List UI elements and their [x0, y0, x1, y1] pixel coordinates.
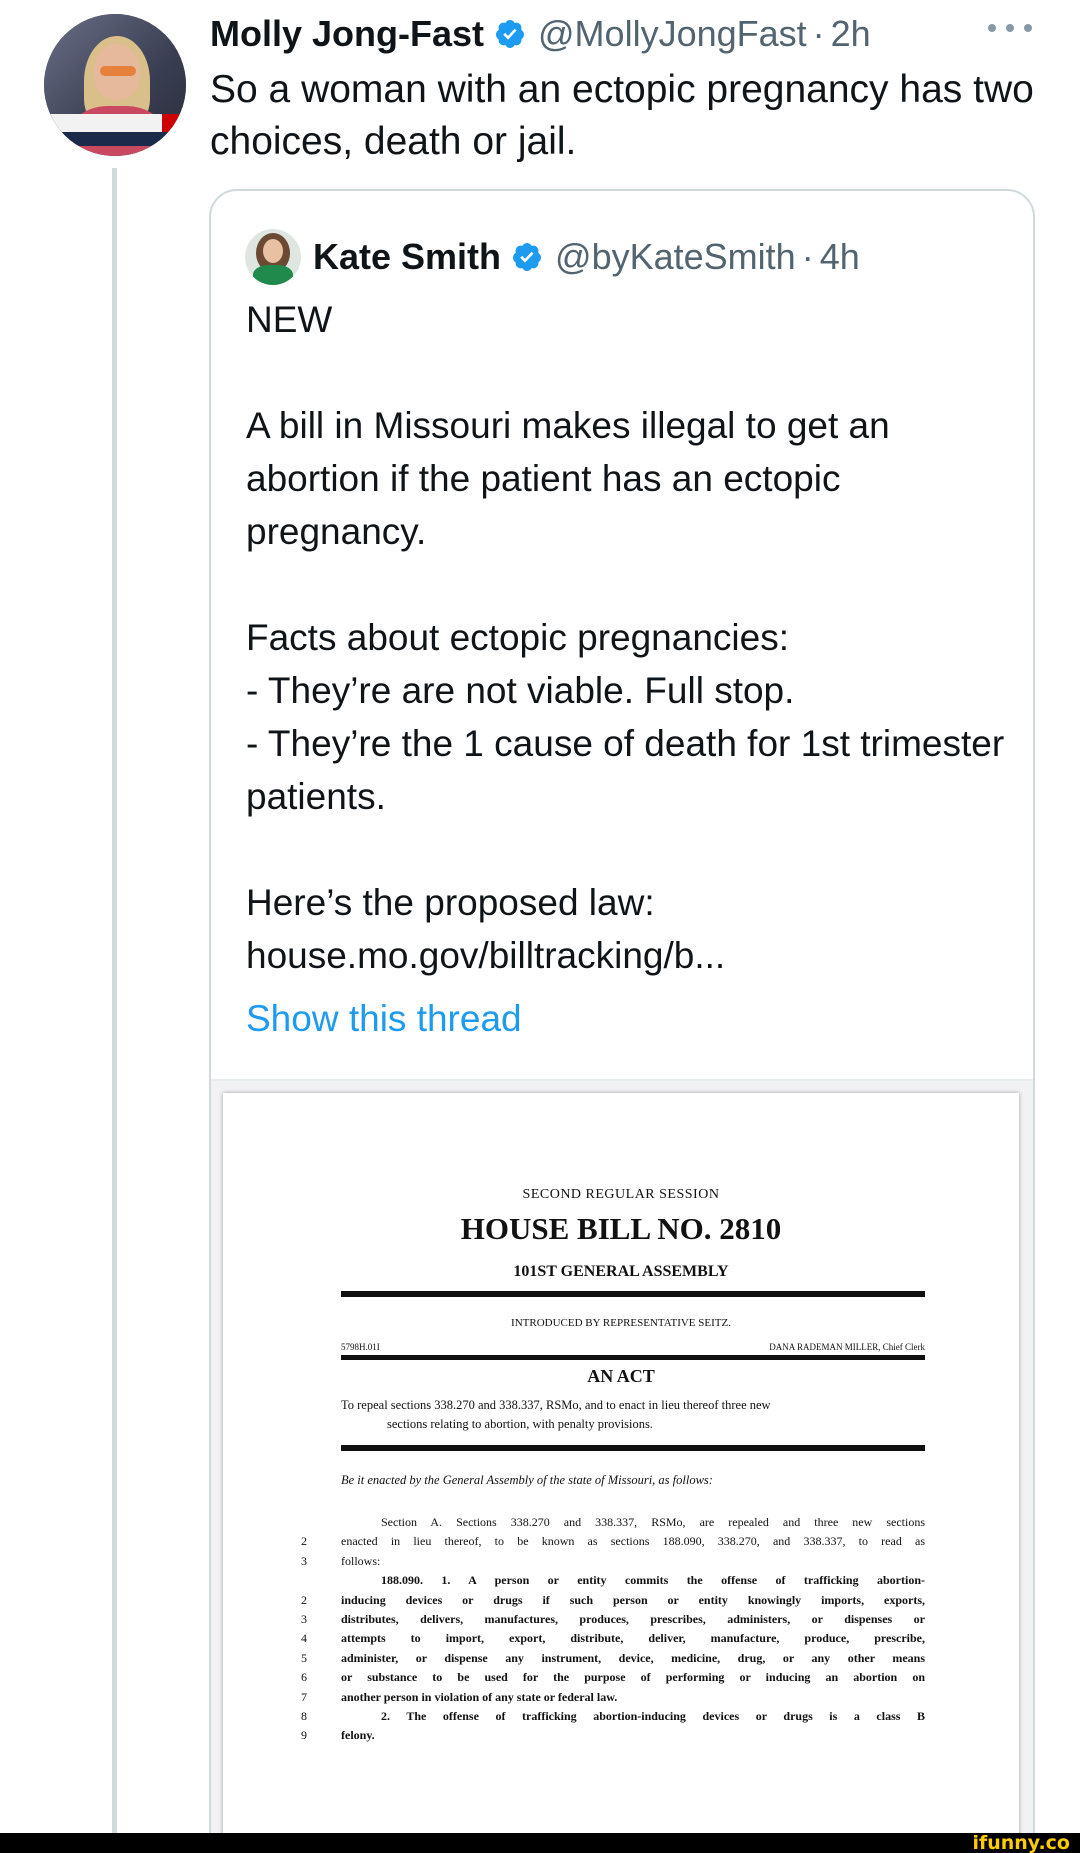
doc-line: Section A. Sections 338.270 and 338.337,…	[301, 1513, 925, 1532]
quoted-tweet-header: Kate Smith @byKateSmith · 4h	[245, 229, 860, 285]
doc-session: SECOND REGULAR SESSION	[522, 1187, 720, 1202]
doc-line: 7 another person in violation of any stat…	[301, 1688, 925, 1707]
doc-line-text: attempts to import, export, distribute, …	[341, 1631, 925, 1646]
quoted-paragraph	[246, 823, 1006, 876]
quoted-paragraph: - They’re are not viable. Full stop.	[246, 670, 795, 711]
quoted-paragraph: A bill in Missouri makes illegal to get …	[246, 405, 890, 552]
doc-line-text: 188.090. 1. A person or entity commits t…	[381, 1573, 925, 1588]
doc-rule	[341, 1291, 925, 1297]
verified-badge-icon	[496, 20, 525, 48]
doc-line-text: administer, or dispense any instrument, …	[341, 1650, 925, 1665]
doc-line-number: 4	[301, 1631, 307, 1646]
doc-line: 9 felony.	[301, 1726, 925, 1745]
doc-title: HOUSE BILL NO. 2810	[460, 1211, 782, 1246]
thread-connector-line	[112, 168, 117, 1833]
tweet-header: Molly Jong-Fast @MollyJongFast · 2h	[210, 8, 871, 60]
doc-line-text: Section A. Sections 338.270 and 338.337,…	[381, 1515, 925, 1529]
doc-purpose-line: sections relating to abortion, with pena…	[387, 1417, 653, 1431]
separator-dot: ·	[812, 13, 825, 54]
doc-line-number: 6	[301, 1670, 307, 1685]
separator-dot: ·	[801, 236, 814, 277]
doc-line: 2 inducing devices or drugs if such perso…	[301, 1591, 925, 1610]
doc-clerk: DANA RADEMAN MILLER, Chief Clerk	[769, 1342, 925, 1352]
more-options-icon[interactable]	[988, 18, 1032, 38]
show-thread-link[interactable]: Show this thread	[246, 992, 522, 1045]
doc-line-number: 5	[301, 1650, 307, 1665]
quoted-paragraph	[246, 558, 1006, 611]
doc-purpose-line: To repeal sections 338.270 and 338.337, …	[341, 1398, 771, 1412]
doc-line: 8 2. The offense of trafficking abortion-…	[301, 1707, 925, 1726]
quoted-author-avatar	[245, 229, 301, 285]
tweet-timestamp[interactable]: 2h	[831, 13, 871, 55]
doc-line-text: enacted in lieu thereof, to be known as …	[341, 1534, 925, 1549]
doc-line-text: follows:	[341, 1553, 381, 1568]
quoted-paragraph: Here’s the proposed law:	[246, 882, 655, 923]
doc-line: 188.090. 1. A person or entity commits t…	[301, 1571, 925, 1590]
bill-link[interactable]: house.mo.gov/billtracking/b...	[246, 929, 1006, 982]
quoted-paragraph: - They’re the 1 cause of death for 1st t…	[246, 723, 1005, 817]
doc-rule	[341, 1355, 925, 1360]
doc-line-text: or substance to be used for the purpose …	[341, 1670, 925, 1685]
doc-line: 3 distributes, delivers, manufactures, pr…	[301, 1610, 925, 1629]
doc-line-text: 2. The offense of trafficking abortion-i…	[381, 1709, 925, 1724]
doc-line-number: 7	[301, 1689, 307, 1704]
ifunny-watermark: ifunny.co	[972, 1832, 1070, 1853]
doc-line: 6 or substance to be used for the purpose…	[301, 1668, 925, 1687]
author-name[interactable]: Molly Jong-Fast	[210, 13, 484, 55]
watermark-bar: ifunny.co	[0, 1832, 1080, 1853]
author-handle[interactable]: @MollyJongFast	[538, 13, 807, 55]
doc-line-number: 8	[301, 1709, 307, 1724]
doc-line-number: 2	[301, 1592, 307, 1607]
attached-document-image[interactable]: SECOND REGULAR SESSION HOUSE BILL NO. 28…	[211, 1081, 1033, 1853]
quoted-tweet-timestamp: 4h	[819, 236, 860, 277]
doc-line-number: 3	[301, 1553, 307, 1568]
doc-line-number: 2	[301, 1534, 307, 1549]
quoted-author-name: Kate Smith	[313, 236, 502, 277]
quoted-paragraph: Facts about ectopic pregnancies:	[246, 617, 789, 658]
doc-line-text: another person in violation of any state…	[341, 1689, 618, 1704]
doc-line: 2 enacted in lieu thereof, to be known as…	[301, 1532, 925, 1551]
quoted-author-handle: @byKateSmith	[555, 236, 796, 277]
doc-line-text: felony.	[341, 1728, 375, 1743]
doc-line-number: 3	[301, 1612, 307, 1627]
quoted-paragraph	[246, 346, 1006, 399]
tweet-text: So a woman with an ectopic pregnancy has…	[210, 68, 1034, 163]
doc-enacting-clause: Be it enacted by the General Assembly of…	[341, 1473, 713, 1487]
doc-line: 4 attempts to import, export, distribute,…	[301, 1629, 925, 1648]
doc-assembly: 101ST GENERAL ASSEMBLY	[513, 1263, 729, 1280]
author-avatar[interactable]	[44, 14, 186, 156]
doc-purpose: To repeal sections 338.270 and 338.337, …	[341, 1396, 925, 1434]
doc-body-lines: Section A. Sections 338.270 and 338.337,…	[301, 1513, 925, 1746]
doc-rule	[341, 1445, 925, 1451]
verified-badge-icon	[513, 243, 542, 271]
doc-line-text: distributes, delivers, manufactures, pro…	[341, 1612, 925, 1627]
quoted-tweet-card[interactable]: Kate Smith @byKateSmith · 4h NEW A bill …	[209, 189, 1035, 1853]
doc-line: 5 administer, or dispense any instrument,…	[301, 1649, 925, 1668]
doc-act-heading: AN ACT	[587, 1366, 655, 1386]
quoted-tweet-text: NEW A bill in Missouri makes illegal to …	[246, 293, 1006, 982]
doc-bill-code: 5798H.01I	[341, 1342, 380, 1352]
doc-line-text: inducing devices or drugs if such person…	[341, 1592, 925, 1607]
doc-introduced: INTRODUCED BY REPRESENTATIVE SEITZ.	[511, 1317, 731, 1329]
quoted-paragraph: NEW	[246, 299, 333, 340]
doc-line: 3 follows:	[301, 1552, 925, 1571]
doc-line-number: 9	[301, 1728, 307, 1743]
bill-document-page: SECOND REGULAR SESSION HOUSE BILL NO. 28…	[223, 1093, 1019, 1853]
